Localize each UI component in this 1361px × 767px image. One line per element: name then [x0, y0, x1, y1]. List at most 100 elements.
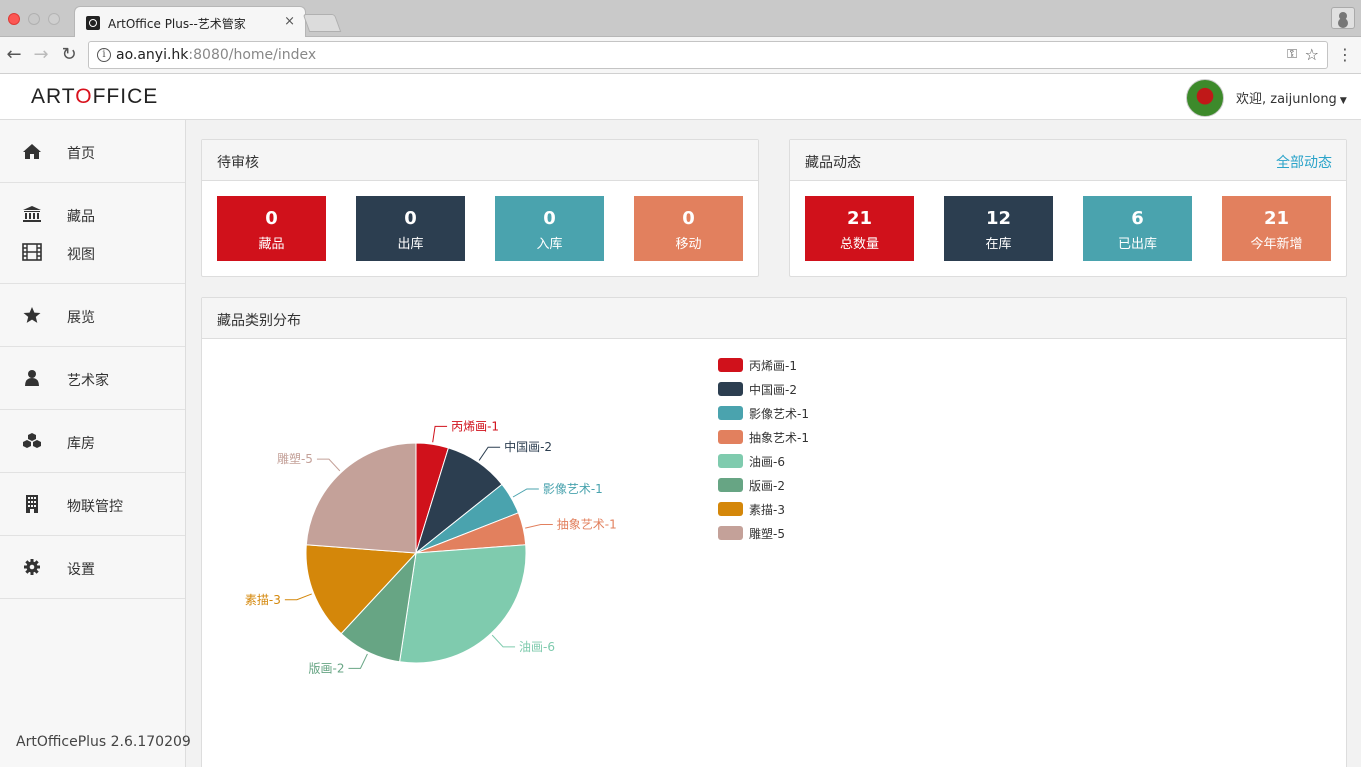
browser-tab-strip: ArtOffice Plus--艺术管家 ×	[0, 0, 1361, 38]
activity-panel: 藏品动态 全部动态 21 总数量 12 在库 6 已出库 21 今年新增	[789, 139, 1347, 277]
sidebar-item-home[interactable]: 首页	[0, 132, 185, 170]
browser-toolbar: ← → ↻ i ao.anyi.hk:8080/home/index ⚿ ☆ ⋮	[0, 37, 1361, 74]
avatar[interactable]	[1186, 79, 1224, 117]
pending-panel: 待审核 0 藏品 0 出库 0 入库 0 移动	[201, 139, 759, 277]
all-activity-link[interactable]: 全部动态	[1276, 152, 1332, 172]
new-tab-button[interactable]	[302, 14, 342, 32]
stat-label: 藏品	[258, 237, 285, 252]
legend-swatch	[718, 526, 743, 540]
key-icon[interactable]: ⚿	[1287, 47, 1297, 62]
stat-label: 总数量	[839, 237, 879, 252]
stat-value: 0	[543, 208, 556, 229]
caret-down-icon: ▼	[1339, 96, 1347, 106]
profile-icon[interactable]	[1331, 7, 1355, 29]
sidebar-item-artist[interactable]: 艺术家	[0, 359, 185, 397]
slice-label-line	[525, 524, 553, 529]
legend-label: 油画-6	[749, 455, 785, 469]
distribution-panel: 藏品类别分布 丙烯画-1 中国画-2 影像艺术-1 抽象艺术-1 油画-6 版画-2 素描-…	[201, 297, 1347, 767]
url-text: ao.anyi.hk:8080/home/index	[116, 47, 316, 63]
stat-box-total[interactable]: 21 总数量	[805, 196, 914, 261]
favicon-icon	[86, 16, 100, 30]
legend-swatch	[718, 454, 743, 468]
stat-box-pending-outbound[interactable]: 0 出库	[356, 196, 465, 261]
minimize-window-button[interactable]	[28, 13, 40, 25]
panel-title: 藏品动态	[805, 155, 861, 171]
sidebar-item-view[interactable]: 视图	[0, 233, 185, 271]
legend-item[interactable]: 油画-6	[718, 452, 848, 470]
back-arrow-icon[interactable]: ←	[3, 44, 25, 66]
sidebar-item-label: 物联管控	[67, 499, 123, 515]
legend-label: 抽象艺术-1	[749, 431, 809, 445]
tab-close-icon[interactable]: ×	[284, 14, 295, 29]
close-window-button[interactable]	[8, 13, 20, 25]
sidebar-item-label: 视图	[67, 247, 95, 263]
slice-label-line	[491, 634, 516, 648]
legend-label: 中国画-2	[749, 383, 797, 397]
panel-title: 藏品类别分布	[217, 313, 301, 329]
sidebar-item-storage[interactable]: 库房	[0, 422, 185, 460]
slice-label-line	[348, 653, 368, 669]
panel-header: 藏品动态 全部动态	[790, 140, 1346, 181]
sidebar-group-settings: 设置	[0, 536, 185, 599]
pie-slice[interactable]	[399, 544, 527, 664]
app-header: ARTOFFICE 欢迎, zaijunlong ▼	[0, 74, 1361, 120]
bookmark-star-icon[interactable]: ☆	[1305, 45, 1319, 64]
legend-label: 素描-3	[749, 503, 785, 517]
address-bar[interactable]: i ao.anyi.hk:8080/home/index ⚿ ☆	[88, 41, 1328, 69]
sidebar-group-home: 首页	[0, 120, 185, 183]
stat-label: 移动	[675, 237, 702, 252]
user-menu[interactable]: 欢迎, zaijunlong ▼	[1236, 88, 1347, 107]
slice-label: 中国画-2	[504, 439, 552, 454]
stat-label: 出库	[397, 237, 424, 252]
stat-box-checked-out[interactable]: 6 已出库	[1083, 196, 1192, 261]
sidebar-item-exhibition[interactable]: 展览	[0, 296, 185, 334]
sidebar-item-label: 藏品	[67, 209, 95, 225]
legend-item[interactable]: 抽象艺术-1	[718, 428, 848, 446]
bank-icon	[23, 206, 41, 222]
panel-header: 藏品类别分布	[202, 298, 1346, 339]
sidebar-item-label: 设置	[67, 562, 95, 578]
stat-value: 0	[265, 208, 278, 229]
legend-item[interactable]: 中国画-2	[718, 380, 848, 398]
sidebar-item-label: 展览	[67, 310, 95, 326]
browser-menu-icon[interactable]: ⋮	[1337, 45, 1353, 65]
forward-arrow-icon[interactable]: →	[30, 44, 52, 66]
sidebar-item-label: 库房	[67, 436, 95, 452]
legend-item[interactable]: 版画-2	[718, 476, 848, 494]
star-icon	[23, 307, 41, 323]
stat-box-in-storage[interactable]: 12 在库	[944, 196, 1053, 261]
sidebar-group-artist: 艺术家	[0, 347, 185, 410]
stat-value: 0	[682, 208, 695, 229]
stat-box-pending-inbound[interactable]: 0 入库	[495, 196, 604, 261]
maximize-window-button[interactable]	[48, 13, 60, 25]
slice-label-line	[512, 488, 539, 498]
url-path: :8080/home/index	[188, 47, 317, 63]
stat-value: 21	[846, 208, 873, 229]
legend-item[interactable]: 影像艺术-1	[718, 404, 848, 422]
logo[interactable]: ARTOFFICE	[31, 85, 158, 109]
legend-label: 丙烯画-1	[749, 359, 797, 373]
stat-value: 6	[1131, 208, 1144, 229]
legend-swatch	[718, 430, 743, 444]
slice-label: 丙烯画-1	[451, 419, 499, 433]
stat-box-pending-collection[interactable]: 0 藏品	[217, 196, 326, 261]
stat-value: 21	[1263, 208, 1290, 229]
legend-item[interactable]: 丙烯画-1	[718, 356, 848, 374]
slice-label: 影像艺术-1	[543, 482, 603, 496]
tab-title: ArtOffice Plus--艺术管家	[108, 17, 246, 31]
sidebar-item-settings[interactable]: 设置	[0, 548, 185, 586]
legend-label: 雕塑-5	[749, 527, 785, 541]
legend-item[interactable]: 素描-3	[718, 500, 848, 518]
reload-icon[interactable]: ↻	[58, 44, 80, 66]
info-icon[interactable]: i	[97, 48, 111, 62]
stat-box-pending-move[interactable]: 0 移动	[634, 196, 743, 261]
stat-label: 已出库	[1117, 237, 1157, 252]
sidebar-item-iot[interactable]: 物联管控	[0, 485, 185, 523]
stat-box-new-this-year[interactable]: 21 今年新增	[1222, 196, 1331, 261]
building-icon	[26, 495, 38, 513]
slice-label-line	[478, 446, 501, 461]
sidebar-item-collection[interactable]: 藏品	[0, 195, 185, 233]
legend-item[interactable]: 雕塑-5	[718, 524, 848, 542]
stat-label: 在库	[985, 237, 1012, 252]
browser-tab[interactable]: ArtOffice Plus--艺术管家 ×	[74, 6, 306, 38]
